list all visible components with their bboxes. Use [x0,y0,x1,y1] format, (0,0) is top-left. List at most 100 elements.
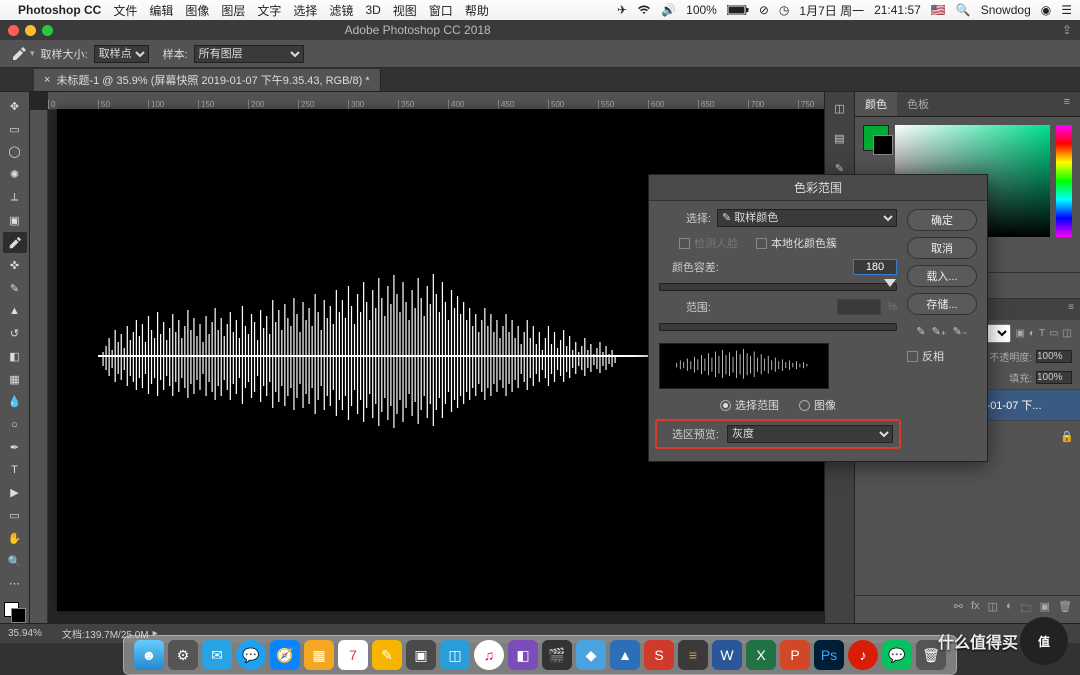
frame-tool[interactable]: ▣ [3,210,27,231]
save-button[interactable]: 存储... [907,293,977,315]
fuzziness-input[interactable] [853,259,897,275]
menu-view[interactable]: 视图 [393,2,417,19]
volume-icon[interactable]: 🔊 [661,3,676,17]
localized-checkbox[interactable]: 本地化颜色簇 [756,235,837,251]
menu-filter[interactable]: 滤镜 [329,2,353,19]
dock-app4[interactable]: ◆ [576,640,606,670]
input-source-icon[interactable]: 🇺🇸 [931,3,946,17]
ruler-vertical[interactable] [30,110,48,623]
fill-input[interactable] [1036,371,1072,384]
dock-netease[interactable]: ♪ [848,640,878,670]
menubar-date[interactable]: 1月7日 周一 [799,2,864,19]
dock-app6[interactable]: S [644,640,674,670]
menu-file[interactable]: 文件 [113,2,137,19]
eyedropper-tool[interactable] [3,232,27,253]
dock-itunes[interactable]: ♫ [474,640,504,670]
ok-button[interactable]: 确定 [907,209,977,231]
dock-calendar[interactable]: 7 [338,640,368,670]
preview-select[interactable]: 灰度 [727,425,893,443]
load-button[interactable]: 载入... [907,265,977,287]
path-select-tool[interactable]: ▶ [3,482,27,503]
notification-center-icon[interactable]: ☰ [1061,3,1072,17]
document-tab[interactable]: × 未标题-1 @ 35.9% (屏幕快照 2019-01-07 下午9.35.… [34,69,381,91]
mac-menubar[interactable]: Photoshop CC 文件 编辑 图像 图层 文字 选择 滤镜 3D 视图 … [0,0,1080,20]
move-tool[interactable]: ✥ [3,96,27,117]
menu-help[interactable]: 帮助 [465,2,489,19]
healing-tool[interactable]: ✜ [3,255,27,276]
menubar-user[interactable]: Snowdog [981,3,1031,17]
document-tab-close-icon[interactable]: × [44,74,50,86]
type-tool[interactable]: T [3,460,27,481]
dock-photoshop[interactable]: Ps [814,640,844,670]
menu-3d[interactable]: 3D [365,3,380,17]
mac-dock[interactable]: ☻ ⚙ ✉ 💬 🧭 ▦ 7 ✎ ▣ ◫ ♫ ◧ 🎬 ◆ ▲ S ≡ W X P … [0,627,1080,675]
tab-color[interactable]: 颜色 [855,92,897,116]
menubar-time[interactable]: 21:41:57 [874,3,921,17]
titlebar[interactable]: Adobe Photoshop CC 2018 ⇪ [0,20,1080,40]
ruler-horizontal[interactable]: 0501001502002503003504004505005506006507… [48,92,824,110]
dock-powerpoint[interactable]: P [780,640,810,670]
quick-select-tool[interactable]: ✺ [3,164,27,185]
stamp-tool[interactable]: ▲ [3,301,27,322]
eyedropper-minus-icon[interactable]: ✎₋ [953,325,968,338]
pen-tool[interactable]: ✒ [3,437,27,458]
filter-image-icon[interactable]: ▣ [1015,328,1024,339]
minimize-window-button[interactable] [25,25,36,36]
dock-settings[interactable]: ⚙ [168,640,198,670]
eyedropper-plus-icon[interactable]: ✎₊ [932,325,947,338]
color-swatches[interactable] [4,602,26,623]
shape-tool[interactable]: ▭ [3,505,27,526]
dock-app3[interactable]: ◧ [508,640,538,670]
cancel-button[interactable]: 取消 [907,237,977,259]
invert-checkbox[interactable]: 反相 [907,348,977,364]
foreground-color-swatch[interactable] [863,125,889,151]
dock-fcpx[interactable]: 🎬 [542,640,572,670]
lasso-tool[interactable]: ◯ [3,141,27,162]
radio-image[interactable]: 图像 [799,397,836,413]
dodge-tool[interactable]: ○ [3,414,27,435]
history-panel-icon[interactable]: ◫ [830,98,850,118]
gradient-tool[interactable]: ▦ [3,369,27,390]
layer-lock-icon[interactable]: 🔒 [1060,430,1074,443]
spotlight-icon[interactable]: 🔍 [956,3,971,17]
dock-app5[interactable]: ▲ [610,640,640,670]
sample-size-select[interactable]: 取样点 [94,45,149,63]
filter-type-icon[interactable]: T [1039,328,1045,339]
color-range-dialog[interactable]: 色彩范围 选择: ✎ 取样颜色 检测人脸 本地化颜色簇 颜色容差: 范围: % [648,174,988,462]
filter-adjust-icon[interactable]: ◐ [1029,328,1035,339]
hand-tool[interactable]: ✋ [3,528,27,549]
select-dropdown[interactable]: ✎ 取样颜色 [717,209,897,227]
layer-group-icon[interactable]: 🗀 [1021,600,1032,619]
marquee-tool[interactable]: ▭ [3,119,27,140]
panel-menu-icon[interactable]: ≡ [1054,92,1080,116]
battery-icon[interactable] [727,5,749,15]
dock-word[interactable]: W [712,640,742,670]
hue-slider[interactable] [1056,125,1072,237]
zoom-window-button[interactable] [42,25,53,36]
clock-icon[interactable]: ◷ [779,3,789,17]
share-icon[interactable]: ⇪ [1062,23,1072,37]
close-window-button[interactable] [8,25,19,36]
dock-finder[interactable]: ☻ [134,640,164,670]
siri-icon[interactable]: ◉ [1041,3,1051,17]
layer-fx-icon[interactable]: fx [971,600,980,619]
eyedropper-tool-icon[interactable] [8,43,30,65]
layers-panel-menu-icon[interactable]: ≡ [1062,299,1080,320]
dock-notes[interactable]: ✎ [372,640,402,670]
radio-selection[interactable]: 选择范围 [720,397,779,413]
eyedropper-icon[interactable]: ✎ [916,325,925,338]
dnd-icon[interactable]: ⊘ [759,3,769,17]
dock-sublime[interactable]: ≡ [678,640,708,670]
dock-mail[interactable]: ✉ [202,640,232,670]
chevron-down-icon[interactable]: ▾ [30,48,35,59]
adjustment-layer-icon[interactable]: ◐ [1006,600,1013,619]
menu-select[interactable]: 选择 [293,2,317,19]
filter-smart-icon[interactable]: ◫ [1063,328,1072,339]
history-brush-tool[interactable]: ↺ [3,323,27,344]
dock-app2[interactable]: ◫ [440,640,470,670]
link-layers-icon[interactable]: ⚯ [954,600,963,619]
wifi-icon[interactable] [637,5,651,15]
zoom-tool[interactable]: 🔍 [3,551,27,572]
menu-layer[interactable]: 图层 [221,2,245,19]
opacity-input[interactable] [1036,350,1072,363]
